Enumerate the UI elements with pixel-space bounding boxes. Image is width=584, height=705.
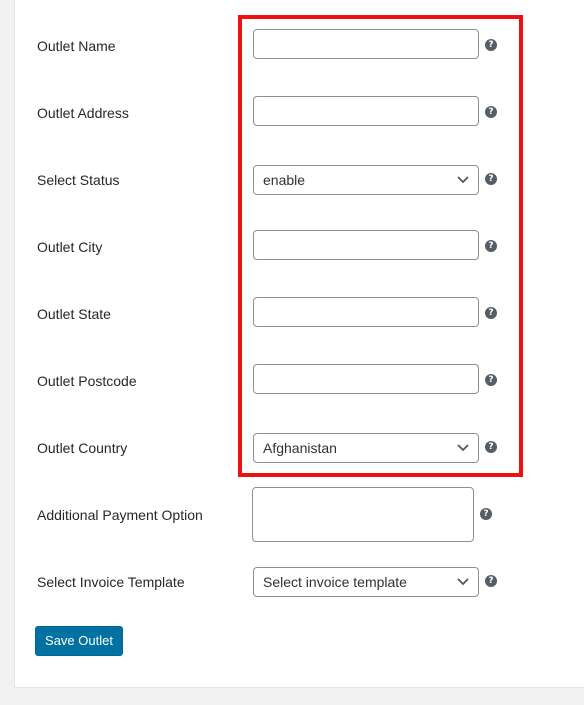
outlet-country-help-icon[interactable]: ? xyxy=(485,441,497,453)
select-status-help-icon[interactable]: ? xyxy=(485,173,497,185)
additional-payment-option-help-icon[interactable]: ? xyxy=(480,508,492,520)
status-select[interactable]: enable xyxy=(253,165,479,195)
outlet-city-help-icon[interactable]: ? xyxy=(485,240,497,252)
outlet-name-help-icon[interactable]: ? xyxy=(485,39,497,51)
save-outlet-button[interactable]: Save Outlet xyxy=(35,626,123,656)
outlet-postcode-input[interactable] xyxy=(253,364,479,394)
select-invoice-template-label: Select Invoice Template xyxy=(37,574,185,590)
outlet-city-input[interactable] xyxy=(253,230,479,260)
outlet-postcode-label: Outlet Postcode xyxy=(37,373,137,389)
outlet-state-help-icon[interactable]: ? xyxy=(485,307,497,319)
outlet-postcode-help-icon[interactable]: ? xyxy=(485,374,497,386)
outlet-city-label: Outlet City xyxy=(37,239,103,255)
chevron-down-icon xyxy=(457,444,469,452)
outlet-name-input[interactable] xyxy=(253,29,479,59)
outlet-name-label: Outlet Name xyxy=(37,38,116,54)
additional-payment-option-label: Additional Payment Option xyxy=(37,507,203,523)
select-status-label: Select Status xyxy=(37,172,120,188)
chevron-down-icon xyxy=(457,176,469,184)
invoice-template-select-value: Select invoice template xyxy=(263,574,407,590)
select-invoice-template-help-icon[interactable]: ? xyxy=(485,575,497,587)
status-select-value: enable xyxy=(263,172,306,188)
outlet-country-label: Outlet Country xyxy=(37,440,128,456)
country-select-value: Afghanistan xyxy=(263,440,337,456)
outlet-state-label: Outlet State xyxy=(37,306,111,322)
outlet-state-input[interactable] xyxy=(253,297,479,327)
invoice-template-select[interactable]: Select invoice template xyxy=(253,567,479,597)
country-select[interactable]: Afghanistan xyxy=(253,433,479,463)
chevron-down-icon xyxy=(457,578,469,586)
outlet-address-label: Outlet Address xyxy=(37,105,129,121)
outlet-address-help-icon[interactable]: ? xyxy=(485,106,497,118)
additional-payment-option-textarea[interactable] xyxy=(252,487,474,542)
outlet-address-input[interactable] xyxy=(253,96,479,126)
